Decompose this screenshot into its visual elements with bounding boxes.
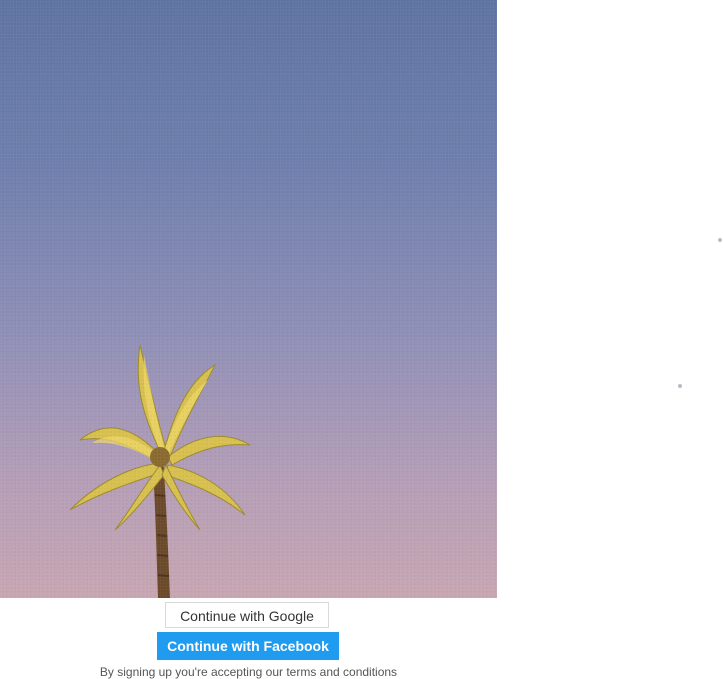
continue-with-google-button[interactable]: Continue with Google — [165, 602, 329, 628]
continue-with-facebook-button[interactable]: Continue with Facebook — [157, 632, 339, 660]
palm-tree-icon — [69, 344, 251, 598]
hero-image — [0, 0, 497, 598]
auth-panel: Continue with Google Continue with Faceb… — [0, 598, 497, 679]
terms-text: By signing up you're accepting our terms… — [99, 665, 398, 679]
decorative-dot — [678, 384, 682, 388]
decorative-dot — [718, 238, 722, 242]
